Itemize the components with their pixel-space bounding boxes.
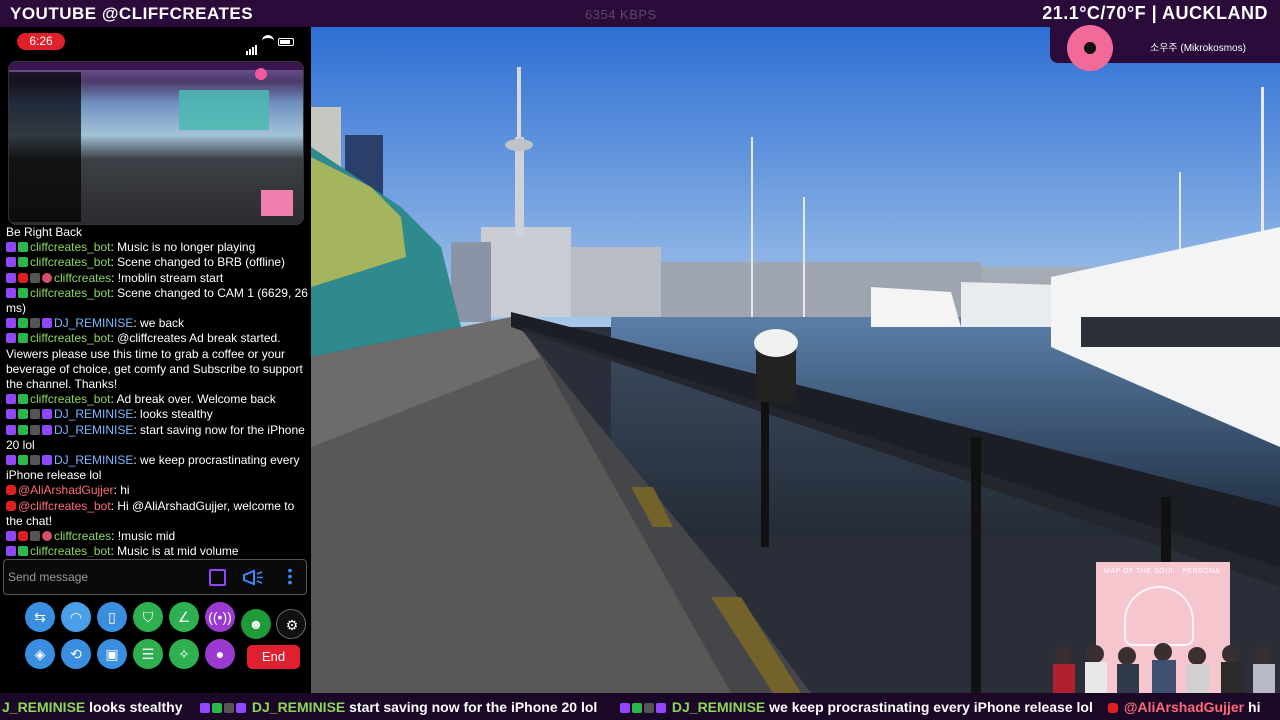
status-time: 6:26 <box>17 33 65 50</box>
chat-message: DJ_REMINISE: we keep procrastinating eve… <box>6 453 308 483</box>
chat-message: DJ_REMINISE: looks stealthy <box>6 407 308 422</box>
chat-message: DJ_REMINISE: start saving now for the iP… <box>6 423 308 453</box>
rotate-icon[interactable]: ⟲ <box>61 639 91 669</box>
chat-username[interactable]: cliffcreates_bot <box>30 286 111 300</box>
frog-icon[interactable]: ☻ <box>241 609 271 639</box>
megaphone-icon[interactable] <box>242 569 264 586</box>
band-photo <box>1053 643 1275 693</box>
album-title: MAP OF THE SOUL : PERSONA <box>1104 568 1220 575</box>
chat-log[interactable]: Be Right Back cliffcreates_bot: Music is… <box>6 225 308 557</box>
chat-username[interactable]: DJ_REMINISE <box>54 453 133 467</box>
song-title: 소우주 (Mikrokosmos) <box>1150 43 1246 54</box>
chat-message: cliffcreates: !moblin stream start <box>6 271 308 286</box>
chat-username[interactable]: @AliArshadGujjer <box>18 483 114 497</box>
layers-icon[interactable]: ◈ <box>25 639 55 669</box>
gear-icon[interactable]: ⚙ <box>276 609 306 639</box>
wifi-icon <box>262 35 274 45</box>
end-stream-button[interactable]: End <box>247 645 300 669</box>
preview-boat <box>179 90 269 130</box>
more-options-icon[interactable]: • • • <box>287 563 293 589</box>
chat-message: cliffcreates_bot: Ad break over. Welcome… <box>6 392 308 407</box>
chat-text: : we back <box>133 316 185 331</box>
phone-panel: 6:26 Be Right Back cliffcreates_bot: Mus… <box>0 27 311 693</box>
chat-text: : !music mid <box>111 529 176 544</box>
chat-message: DJ_REMINISE: we back <box>6 316 308 331</box>
chat-username[interactable]: cliffcreates_bot <box>30 544 111 557</box>
chat-message: @AliArshadGujjer: hi <box>6 483 308 498</box>
channel-name: YOUTUBE @CLIFFCREATES <box>10 4 254 23</box>
chat-username[interactable]: cliffcreates_bot <box>30 331 111 345</box>
angle-icon[interactable]: ∠ <box>169 602 199 632</box>
chat-username[interactable]: cliffcreates_bot <box>30 240 111 254</box>
chat-username[interactable]: cliffcreates_bot <box>30 392 111 406</box>
chat-username[interactable]: @cliffcreates_bot <box>18 499 111 513</box>
chat-text: : hi <box>113 483 130 498</box>
preview-disc <box>255 68 267 80</box>
message-input-bar[interactable]: Send message • • • <box>3 559 307 595</box>
ticker-item: DJ_REMINISE we keep procrastinating ever… <box>620 699 1093 715</box>
chat-text: : Music is no longer playing <box>110 240 256 255</box>
chat-username[interactable]: DJ_REMINISE <box>54 316 133 330</box>
chat-message: @cliffcreates_bot: Hi @AliArshadGujjer, … <box>6 499 308 529</box>
chat-header: Be Right Back <box>6 225 83 239</box>
chat-username[interactable]: cliffcreates <box>54 529 111 543</box>
chat-message: cliffcreates: !music mid <box>6 529 308 544</box>
chat-username[interactable]: cliffcreates <box>54 271 111 285</box>
chat-username[interactable]: cliffcreates_bot <box>30 255 111 269</box>
chat-messages: cliffcreates_bot: Music is no longer pla… <box>6 240 308 557</box>
switch-icon[interactable]: ⇆ <box>25 602 55 632</box>
chat-username[interactable]: DJ_REMINISE <box>54 423 133 437</box>
image-icon[interactable]: ▣ <box>97 639 127 669</box>
chat-text: : !moblin stream start <box>111 270 224 285</box>
chat-message: cliffcreates_bot: Scene changed to CAM 1… <box>6 286 308 316</box>
chat-text: : looks stealthy <box>133 407 213 422</box>
twitch-icon[interactable] <box>209 569 226 586</box>
weather-location: 21.1°C/70°F | AUCKLAND <box>1042 3 1268 23</box>
message-input[interactable]: Send message <box>8 570 88 584</box>
signal-icon <box>246 37 258 55</box>
chat-message: cliffcreates_bot: Music is at mid volume <box>6 544 308 557</box>
chat-text: : Ad break over. Welcome back <box>110 392 276 407</box>
chat-username[interactable]: DJ_REMINISE <box>54 407 133 421</box>
shield-icon[interactable]: ⛉ <box>133 602 163 632</box>
ticker-item: J_REMINISE looks stealthy <box>2 699 183 715</box>
ticker-item: DJ_REMINISE start saving now for the iPh… <box>200 699 597 715</box>
ticker-item: @AliArshadGujjer hi <box>1108 699 1260 715</box>
vinyl-disc-icon <box>1067 25 1113 71</box>
chat-message: cliffcreates_bot: Music is no longer pla… <box>6 240 308 255</box>
chat-text: : Music is at mid volume <box>110 544 239 557</box>
top-bar: YOUTUBE @CLIFFCREATES 6354 KBPS 21.1°C/7… <box>0 0 1280 27</box>
status-bar: 6:26 <box>0 27 311 57</box>
scene-icon[interactable]: ✧ <box>169 639 199 669</box>
chat-message: cliffcreates_bot: Scene changed to BRB (… <box>6 255 308 270</box>
chat-message: cliffcreates_bot: @cliffcreates Ad break… <box>6 331 308 392</box>
device-icon[interactable]: ▯ <box>97 602 127 632</box>
chat-ticker: J_REMINISE looks stealthy DJ_REMINISE st… <box>0 693 1280 720</box>
preview-chat <box>9 72 81 222</box>
chat-bubble-icon[interactable]: ● <box>205 639 235 669</box>
heart-icon <box>1124 586 1194 646</box>
chat-text: : Scene changed to BRB (offline) <box>110 255 286 270</box>
now-playing: 소우주 (Mikrokosmos) <box>1050 25 1280 71</box>
list-icon[interactable]: ☰ <box>133 639 163 669</box>
battery-icon <box>278 38 294 46</box>
camera-icon[interactable]: ◠ <box>61 602 91 632</box>
preview-album <box>261 190 293 216</box>
broadcast-icon[interactable]: ((•)) <box>205 602 235 632</box>
bitrate-readout: 6354 KBPS <box>585 7 657 22</box>
stream-preview[interactable] <box>8 61 304 225</box>
